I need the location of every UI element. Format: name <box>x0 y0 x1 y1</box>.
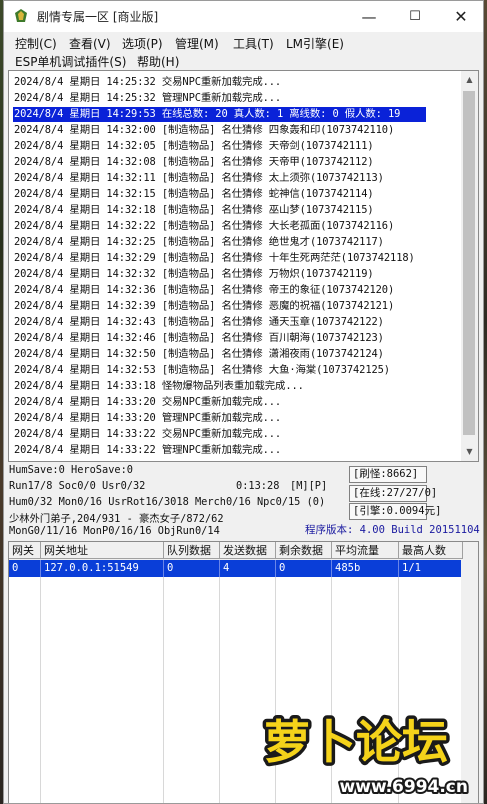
col-gateway[interactable]: 网关 <box>9 542 41 559</box>
log-line: 2024/8/4 星期日 14:32:43 [制造物品] 名仕猜修 通天玉章(1… <box>14 316 384 328</box>
site-watermark: 萝卜论坛 萝卜论坛 www.6994.cn www.6994.cn <box>261 712 471 800</box>
window-title: 剧情专属一区 [商业版] <box>37 10 159 24</box>
app-window: 剧情专属一区 [商业版] — ☐ ✕ 控制(C) 查看(V) 选项(P) 管理(… <box>3 0 484 804</box>
title-bar: 剧情专属一区 [商业版] — ☐ ✕ <box>4 1 483 32</box>
log-line: 2024/8/4 星期日 14:32:00 [制造物品] 名仕猜修 四象轰和印(… <box>14 124 395 136</box>
log-line: 2024/8/4 星期日 14:32:50 [制造物品] 名仕猜修 潇湘夜雨(1… <box>14 348 384 360</box>
cell-gateway-address: 127.0.0.1:51549 <box>41 560 164 577</box>
column-divider <box>163 577 164 803</box>
menu-lm-engine[interactable]: LM引擎(E) <box>286 35 344 52</box>
log-line: 2024/8/4 星期日 14:32:18 [制造物品] 名仕猜修 巫山梦(10… <box>14 204 374 216</box>
log-line: 2024/8/4 星期日 14:33:22 管理NPC重新加载完成... <box>14 444 282 456</box>
close-icon: ✕ <box>454 7 468 26</box>
col-avg-traffic[interactable]: 平均流量 <box>332 542 399 559</box>
menu-control[interactable]: 控制(C) <box>15 35 57 52</box>
scroll-down-icon[interactable]: ▼ <box>461 443 478 460</box>
log-line: 2024/8/4 星期日 14:32:25 [制造物品] 名仕猜修 绝世鬼才(1… <box>14 236 384 248</box>
engine-credit-box: [引擎:0.0094元] <box>349 503 441 520</box>
col-max-users[interactable]: 最高人数 <box>399 542 463 559</box>
log-line: 2024/8/4 星期日 14:32:53 [制造物品] 名仕猜修 大鱼·海棠(… <box>14 364 390 376</box>
menu-help[interactable]: 帮助(H) <box>137 53 179 70</box>
run-status: Run17/8 Soc0/0 Usr0/32 <box>9 480 146 492</box>
server-flags: [M][P] <box>290 480 328 492</box>
col-send-data[interactable]: 发送数据 <box>220 542 276 559</box>
maximize-button[interactable]: ☐ <box>392 1 438 32</box>
mon-status: MonG0/11/16 MonP0/16/16 ObjRun0/14 <box>9 525 220 537</box>
online-count-box: [在线:27/27/0] <box>349 485 437 502</box>
player-status: 少林外门弟子,204/931 - 豪杰女子/872/62 <box>9 513 224 525</box>
log-line: 2024/8/4 星期日 14:33:18 怪物爆物品列表重加载完成... <box>14 380 304 392</box>
status-panel: HumSave:0 HeroSave:0 Run17/8 Soc0/0 Usr0… <box>8 464 480 540</box>
cell-queue-data: 0 <box>164 560 220 577</box>
log-line: 2024/8/4 星期日 14:33:20 交易NPC重新加载完成... <box>14 396 282 408</box>
log-line: 2024/8/4 星期日 14:33:20 管理NPC重新加载完成... <box>14 412 282 424</box>
log-scroll-thumb[interactable] <box>463 91 475 435</box>
col-queue-data[interactable]: 队列数据 <box>164 542 220 559</box>
minimize-icon: — <box>361 7 377 26</box>
maximize-icon: ☐ <box>409 9 421 24</box>
cell-send-data: 4 <box>220 560 276 577</box>
cell-max-users: 1/1 <box>399 560 463 577</box>
log-line: 2024/8/4 星期日 14:32:08 [制造物品] 名仕猜修 天帝甲(10… <box>14 156 374 168</box>
col-gateway-address[interactable]: 网关地址 <box>41 542 164 559</box>
menu-options[interactable]: 选项(P) <box>122 35 163 52</box>
minimize-button[interactable]: — <box>346 1 392 32</box>
menu-view[interactable]: 查看(V) <box>69 35 111 52</box>
log-line: 2024/8/4 星期日 14:32:39 [制造物品] 名仕猜修 恶魔的祝福(… <box>14 300 395 312</box>
log-line: 2024/8/4 星期日 14:32:11 [制造物品] 名仕猜修 太上须弥(1… <box>14 172 384 184</box>
scroll-up-icon[interactable]: ▲ <box>461 71 478 88</box>
log-line: 2024/8/4 星期日 14:32:36 [制造物品] 名仕猜修 帝王的象征(… <box>14 284 395 296</box>
app-icon <box>15 9 27 22</box>
column-divider <box>219 577 220 803</box>
watermark-url-text: www.6994.cn <box>340 777 468 797</box>
log-line: 2024/8/4 星期日 14:25:32 交易NPC重新加载完成... <box>14 76 282 88</box>
log-line: 2024/8/4 星期日 14:32:22 [制造物品] 名仕猜修 大长老孤面(… <box>14 220 395 232</box>
log-panel[interactable]: 2024/8/4 星期日 14:25:32 交易NPC重新加载完成... 202… <box>8 70 479 462</box>
log-line: 2024/8/4 星期日 14:25:32 管理NPC重新加载完成... <box>14 92 282 104</box>
close-button[interactable]: ✕ <box>438 1 483 32</box>
log-line: 2024/8/4 星期日 14:32:32 [制造物品] 名仕猜修 万物炽(10… <box>14 268 374 280</box>
menu-bar: 控制(C) 查看(V) 选项(P) 管理(M) 工具(T) LM引擎(E) ES… <box>4 32 483 70</box>
log-line: 2024/8/4 星期日 14:32:46 [制造物品] 名仕猜修 百川朝海(1… <box>14 332 384 344</box>
hum-status: Hum0/32 Mon0/16 UsrRot16/3018 Merch0/16 … <box>9 496 326 508</box>
table-header: 网关 网关地址 队列数据 发送数据 剩余数据 平均流量 最高人数 <box>9 542 478 560</box>
log-scrollbar[interactable]: ▲ ▼ <box>461 71 478 461</box>
menu-tools[interactable]: 工具(T) <box>233 35 274 52</box>
log-line: 2024/8/4 星期日 14:32:05 [制造物品] 名仕猜修 天帝剑(10… <box>14 140 374 152</box>
cell-avg-traffic: 485b <box>332 560 399 577</box>
cell-gateway: 0 <box>9 560 41 577</box>
menu-manage[interactable]: 管理(M) <box>175 35 219 52</box>
column-divider <box>40 577 41 803</box>
program-version: 程序版本: 4.00 Build 20151104 <box>305 524 480 536</box>
log-line-selected[interactable]: 2024/8/4 星期日 14:29:53 在线总数: 20 真人数: 1 离线… <box>13 107 426 122</box>
menu-esp-plugin[interactable]: ESP单机调试插件(S) <box>15 53 126 70</box>
col-remaining-data[interactable]: 剩余数据 <box>276 542 332 559</box>
watermark-logo-text: 萝卜论坛 <box>264 715 448 769</box>
log-line: 2024/8/4 星期日 14:33:22 交易NPC重新加载完成... <box>14 428 282 440</box>
uptime: 0:13:28 <box>236 480 280 492</box>
log-line: 2024/8/4 星期日 14:32:29 [制造物品] 名仕猜修 十年生死两茫… <box>14 252 415 264</box>
refresh-monster-box: [刷怪:8662] <box>349 466 427 483</box>
log-line: 2024/8/4 星期日 14:32:15 [制造物品] 名仕猜修 蛇神信(10… <box>14 188 374 200</box>
cell-remaining-data: 0 <box>276 560 332 577</box>
hum-save-status: HumSave:0 HeroSave:0 <box>9 464 133 476</box>
